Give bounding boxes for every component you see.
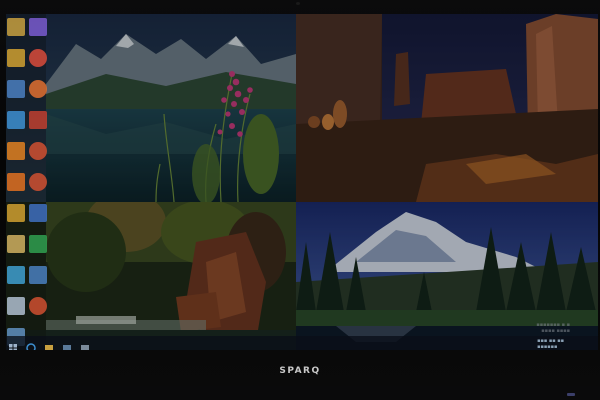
app-icon[interactable] xyxy=(29,111,47,129)
laptop-base xyxy=(0,386,600,400)
brand-logo: SPARQ xyxy=(279,366,321,376)
system-tray[interactable]: ▪▪▪ ▪▪ ▪▪ ▪▪▪▪▪▪ xyxy=(537,338,564,350)
folder-icon[interactable] xyxy=(7,204,25,222)
file-explorer-icon[interactable] xyxy=(44,338,54,350)
file-icon-glyph xyxy=(29,266,47,284)
monitor-icon-glyph xyxy=(7,111,25,129)
power-led xyxy=(567,393,575,396)
ie-icon[interactable] xyxy=(26,338,36,350)
folder-icon[interactable] xyxy=(7,49,25,67)
chrome-icon[interactable] xyxy=(29,80,47,98)
wallpaper-lake-mountain xyxy=(6,14,296,202)
webcam xyxy=(296,2,300,5)
app-icon-glyph xyxy=(7,142,25,160)
file-icon-glyph xyxy=(7,235,25,253)
folder-icon[interactable] xyxy=(7,18,25,36)
file-icon[interactable] xyxy=(7,80,25,98)
monitor-icon[interactable] xyxy=(7,111,25,129)
app-icon[interactable] xyxy=(80,338,90,350)
app-icon[interactable] xyxy=(7,297,25,315)
app-icon[interactable] xyxy=(7,142,25,160)
app-icon[interactable] xyxy=(29,18,47,36)
windows-watermark: ▪▪▪▪▪▪▪ ▪ ▪ ▪▪▪▪ ▪▪▪▪ xyxy=(536,322,570,334)
app-icon-glyph xyxy=(29,111,47,129)
folder-icon-glyph xyxy=(7,49,25,67)
file-icon[interactable] xyxy=(7,235,25,253)
chrome-icon-glyph xyxy=(29,80,47,98)
app-icon-glyph xyxy=(7,266,25,284)
folder-icon-glyph xyxy=(7,18,25,36)
app-icon[interactable] xyxy=(62,338,72,350)
app-icon[interactable] xyxy=(7,173,25,191)
app-icon-glyph xyxy=(7,173,25,191)
chrome-icon[interactable] xyxy=(29,297,47,315)
taskbar: ▪▪▪ ▪▪ ▪▪ ▪▪▪▪▪▪ xyxy=(6,336,598,350)
chrome-icon[interactable] xyxy=(29,49,47,67)
app-icon-glyph xyxy=(7,297,25,315)
chrome-icon-glyph xyxy=(29,142,47,160)
chrome-icon[interactable] xyxy=(29,142,47,160)
chrome-icon-glyph xyxy=(29,173,47,191)
desktop-screen: ▪▪▪▪▪▪▪ ▪ ▪ ▪▪▪▪ ▪▪▪▪ ▪▪▪ ▪▪ ▪▪ ▪▪▪▪▪▪ xyxy=(6,14,598,350)
chrome-icon-glyph xyxy=(29,49,47,67)
app-icon[interactable] xyxy=(29,235,47,253)
app-icon-glyph xyxy=(29,235,47,253)
chrome-icon-glyph xyxy=(29,297,47,315)
wallpaper-snow-mountain: ▪▪▪▪▪▪▪ ▪ ▪ ▪▪▪▪ ▪▪▪▪ xyxy=(296,202,598,350)
chrome-icon[interactable] xyxy=(29,173,47,191)
wallpaper-forest-waterfall xyxy=(6,202,296,350)
file-icon-glyph xyxy=(7,80,25,98)
file-icon[interactable] xyxy=(29,266,47,284)
folder-icon-glyph xyxy=(7,204,25,222)
app-icon[interactable] xyxy=(7,266,25,284)
app-icon-glyph xyxy=(29,18,47,36)
monitor-icon-glyph xyxy=(29,204,47,222)
monitor-icon[interactable] xyxy=(29,204,47,222)
start-button-icon[interactable] xyxy=(8,338,18,350)
wallpaper-desert-arches xyxy=(296,14,598,202)
